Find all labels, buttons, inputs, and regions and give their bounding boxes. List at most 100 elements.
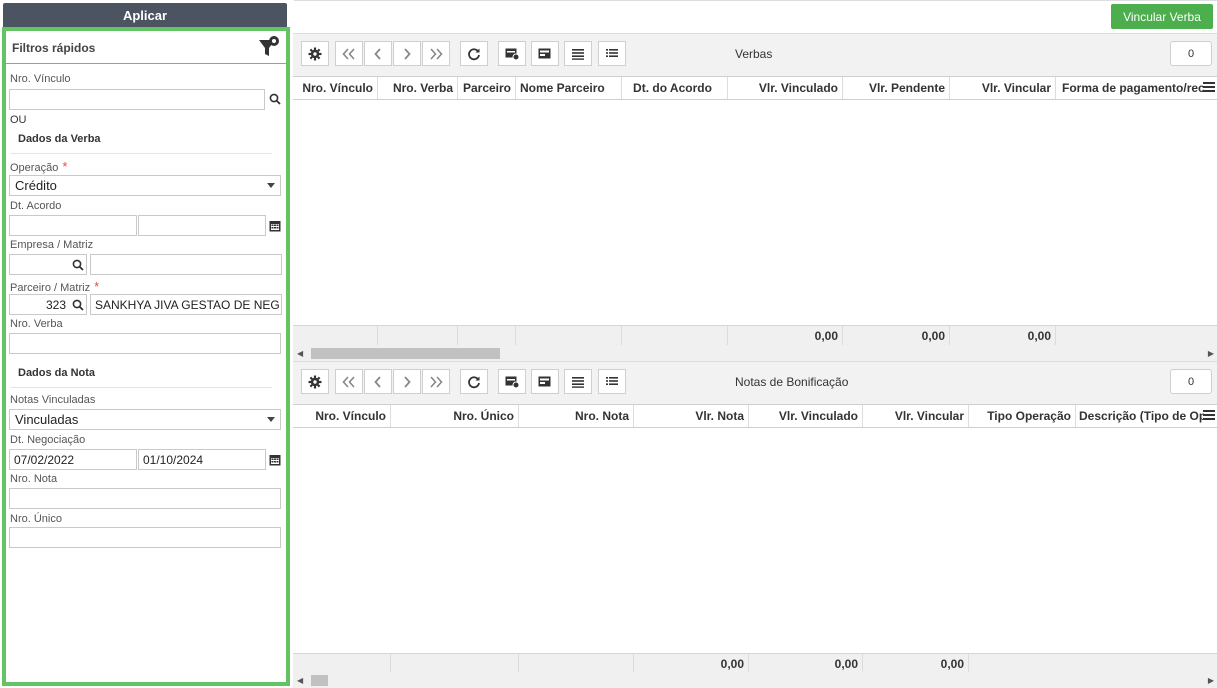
previous-page-icon[interactable] <box>364 41 392 66</box>
notas-record-count: 0 <box>1170 369 1212 394</box>
scroll-left-icon[interactable]: ◀ <box>297 349 303 358</box>
next-page-icon[interactable] <box>393 369 421 394</box>
total-vlr-vinculado: 0,00 <box>728 326 843 346</box>
nro-verba-input[interactable] <box>9 333 281 354</box>
total-vlr-nota: 0,00 <box>634 654 749 674</box>
dt-acordo-from-input[interactable] <box>9 215 137 236</box>
notas-header-row: Nro. Vínculo Nro. Único Nro. Nota Vlr. N… <box>293 404 1217 428</box>
column-header[interactable]: Tipo Operação <box>969 405 1076 427</box>
column-header[interactable]: Nro. Vínculo <box>293 77 378 99</box>
card-view-icon[interactable] <box>498 369 526 394</box>
detail-list-icon[interactable] <box>598 41 626 66</box>
column-header[interactable]: Parceiro <box>458 77 516 99</box>
calendar-icon[interactable] <box>268 218 282 234</box>
divider <box>10 387 272 388</box>
list-view-icon[interactable] <box>564 369 592 394</box>
section-dados-verba: Dados da Verba <box>18 133 101 145</box>
nro-vinculo-input[interactable] <box>9 89 265 110</box>
column-header[interactable]: Vlr. Nota <box>634 405 749 427</box>
column-header[interactable]: Nro. Nota <box>519 405 634 427</box>
total-cell <box>622 326 728 346</box>
notas-totals-row: 0,00 0,00 0,00 <box>293 653 1217 674</box>
gear-icon[interactable] <box>301 369 329 394</box>
verbas-grid-body <box>293 100 1217 325</box>
empresa-label: Empresa / Matriz <box>10 239 94 251</box>
column-header[interactable]: Vlr. Vincular <box>863 405 969 427</box>
operacao-select[interactable]: Crédito <box>9 175 281 196</box>
verbas-title: Verbas <box>735 47 773 61</box>
total-cell <box>391 654 519 674</box>
refresh-icon[interactable] <box>460 41 488 66</box>
refresh-icon[interactable] <box>460 369 488 394</box>
previous-page-icon[interactable] <box>364 369 392 394</box>
filters-header: Filtros rápidos <box>6 31 286 64</box>
notas-title: Notas de Bonificação <box>735 375 849 389</box>
parceiro-label: Parceiro / Matriz * <box>10 279 100 294</box>
column-header[interactable]: Vlr. Pendente <box>843 77 950 99</box>
notas-toolbar: Notas de Bonificação 0 <box>293 362 1217 402</box>
card-view-icon[interactable] <box>498 41 526 66</box>
column-header[interactable]: Nro. Vínculo <box>293 405 391 427</box>
scroll-right-icon[interactable]: ▶ <box>1208 349 1214 358</box>
notas-grid: Notas de Bonificação 0 Nro. Vínculo Nro.… <box>293 361 1217 688</box>
calendar-icon[interactable] <box>268 452 282 468</box>
first-page-icon[interactable] <box>335 369 363 394</box>
dt-acordo-to-input[interactable] <box>138 215 266 236</box>
column-header[interactable]: Vlr. Vinculado <box>728 77 843 99</box>
last-page-icon[interactable] <box>422 41 450 66</box>
dt-negociacao-to-input[interactable]: 01/10/2024 <box>138 449 266 470</box>
horizontal-scrollbar[interactable]: ◀ ▶ <box>293 345 1217 361</box>
search-icon[interactable] <box>268 91 282 107</box>
nro-vinculo-label: Nro. Vínculo <box>10 73 71 85</box>
column-menu-icon[interactable] <box>1203 82 1215 94</box>
divider <box>10 153 272 154</box>
operacao-value: Crédito <box>15 178 57 193</box>
parceiro-name-input[interactable]: SANKHYA JIVA GESTAO DE NEG <box>90 294 282 315</box>
column-header[interactable]: Descrição (Tipo de Op <box>1076 405 1204 427</box>
total-cell <box>378 326 458 346</box>
dt-negociacao-from-input[interactable]: 07/02/2022 <box>9 449 137 470</box>
notas-vinculadas-label: Notas Vinculadas <box>10 394 96 406</box>
nro-unico-input[interactable] <box>9 527 281 548</box>
vincular-verba-button[interactable]: Vincular Verba <box>1111 4 1213 29</box>
first-page-icon[interactable] <box>335 41 363 66</box>
next-page-icon[interactable] <box>393 41 421 66</box>
column-header[interactable]: Vlr. Vincular <box>950 77 1056 99</box>
verbas-grid: Verbas 0 Nro. Vínculo Nro. Verba Parceir… <box>293 33 1217 361</box>
column-menu-icon[interactable] <box>1203 410 1215 422</box>
search-icon[interactable] <box>71 297 85 313</box>
notas-vinculadas-select[interactable]: Vinculadas <box>9 409 281 430</box>
total-vlr-vinculado: 0,00 <box>749 654 863 674</box>
total-cell <box>458 326 516 346</box>
scroll-thumb[interactable] <box>311 348 500 359</box>
form-view-icon[interactable] <box>531 41 559 66</box>
list-view-icon[interactable] <box>564 41 592 66</box>
detail-list-icon[interactable] <box>598 369 626 394</box>
gear-icon[interactable] <box>301 41 329 66</box>
last-page-icon[interactable] <box>422 369 450 394</box>
column-header[interactable]: Dt. do Acordo <box>622 77 728 99</box>
apply-button[interactable]: Aplicar <box>3 3 287 27</box>
nro-nota-input[interactable] <box>9 488 281 509</box>
filter-settings-icon[interactable] <box>258 35 280 59</box>
scroll-thumb[interactable] <box>311 675 328 686</box>
notas-grid-body <box>293 428 1217 653</box>
section-dados-nota: Dados da Nota <box>18 367 96 379</box>
nro-verba-label: Nro. Verba <box>10 318 63 330</box>
column-header[interactable]: Nro. Verba <box>378 77 458 99</box>
total-vlr-vincular: 0,00 <box>863 654 969 674</box>
form-view-icon[interactable] <box>531 369 559 394</box>
search-icon[interactable] <box>71 257 85 273</box>
empresa-name-input[interactable] <box>90 254 282 275</box>
scroll-left-icon[interactable]: ◀ <box>297 676 303 685</box>
horizontal-scrollbar[interactable]: ◀ ▶ <box>293 672 1217 688</box>
operacao-label: Operação * <box>10 159 68 174</box>
column-header[interactable]: Nro. Único <box>391 405 519 427</box>
column-header[interactable]: Nome Parceiro <box>516 77 622 99</box>
column-header[interactable]: Vlr. Vinculado <box>749 405 863 427</box>
column-header[interactable]: Forma de pagamento/rec <box>1056 77 1204 99</box>
scroll-right-icon[interactable]: ▶ <box>1208 676 1214 685</box>
verbas-header-row: Nro. Vínculo Nro. Verba Parceiro Nome Pa… <box>293 76 1217 100</box>
nro-unico-label: Nro. Único <box>10 513 62 525</box>
verbas-record-count: 0 <box>1170 41 1212 66</box>
